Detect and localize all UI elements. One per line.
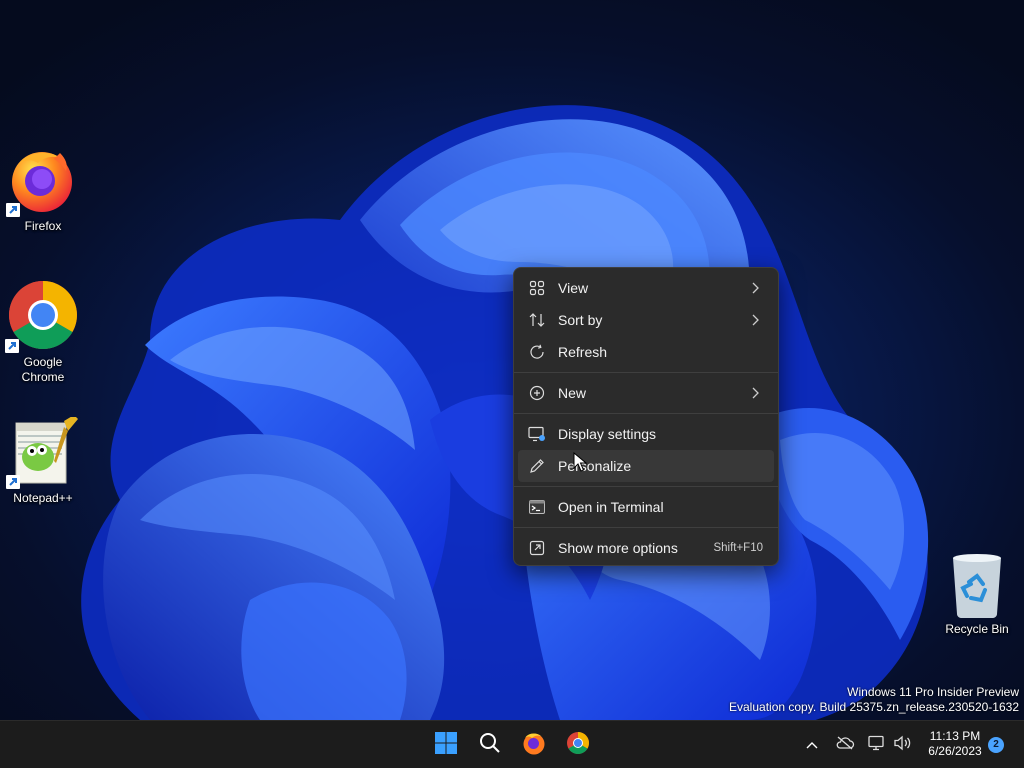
clock[interactable]: 11:13 PM 6/26/2023 bbox=[918, 729, 992, 759]
sort-icon bbox=[528, 311, 546, 329]
menu-item-label: Open in Terminal bbox=[558, 499, 664, 515]
start-button[interactable] bbox=[428, 727, 464, 763]
pen-icon bbox=[528, 457, 546, 475]
chrome-icon bbox=[5, 279, 79, 353]
show-hidden-icons-button[interactable] bbox=[804, 733, 820, 757]
display-icon bbox=[528, 425, 546, 443]
chevron-right-icon bbox=[748, 314, 762, 326]
network-icon bbox=[868, 735, 886, 756]
menu-separator bbox=[514, 413, 778, 414]
cloud-offline-icon bbox=[835, 736, 855, 755]
volume-button[interactable] bbox=[892, 733, 914, 757]
taskbar-chrome-button[interactable] bbox=[560, 727, 596, 763]
windows-start-icon bbox=[434, 731, 458, 760]
menu-item-sort-by[interactable]: Sort by bbox=[518, 304, 774, 336]
desktop-icon-label: Google Chrome bbox=[21, 355, 65, 384]
shortcut-arrow-icon bbox=[5, 339, 19, 353]
chrome-icon bbox=[566, 731, 590, 760]
chevron-up-icon bbox=[806, 736, 818, 754]
menu-item-label: New bbox=[558, 385, 587, 401]
watermark-build: Evaluation copy. Build 25375.zn_release.… bbox=[729, 700, 1019, 714]
shortcut-arrow-icon bbox=[6, 475, 20, 489]
desktop-icon-notepadpp[interactable]: Notepad++ bbox=[0, 415, 86, 506]
volume-icon bbox=[894, 735, 912, 756]
clock-time: 11:13 PM bbox=[929, 729, 981, 743]
menu-item-label: Display settings bbox=[558, 426, 657, 442]
desktop-icon-label: Firefox bbox=[24, 219, 62, 233]
menu-item-open-in-terminal[interactable]: Open in Terminal bbox=[518, 491, 774, 523]
refresh-icon bbox=[528, 343, 546, 361]
desktop-icon-label: Recycle Bin bbox=[945, 622, 1009, 636]
firefox-icon bbox=[6, 145, 78, 217]
search-button[interactable] bbox=[472, 727, 508, 763]
menu-item-label: Personalize bbox=[558, 458, 632, 474]
terminal-icon bbox=[528, 498, 546, 516]
menu-item-show-more-options[interactable]: Show more options Shift+F10 bbox=[518, 532, 774, 564]
onedrive-status-button[interactable] bbox=[834, 733, 856, 757]
clock-date: 6/26/2023 bbox=[928, 744, 982, 758]
recycle-bin-icon bbox=[947, 552, 1007, 618]
wallpaper-bloom bbox=[81, 105, 929, 720]
notepadpp-icon bbox=[6, 415, 78, 489]
menu-item-personalize[interactable]: Personalize bbox=[518, 450, 774, 482]
firefox-icon bbox=[522, 731, 546, 760]
watermark-edition: Windows 11 Pro Insider Preview bbox=[847, 685, 1019, 699]
menu-separator bbox=[514, 486, 778, 487]
add-circle-icon bbox=[528, 384, 546, 402]
desktop-icon-label: Notepad++ bbox=[13, 491, 73, 505]
shortcut-hint: Shift+F10 bbox=[713, 542, 763, 554]
taskbar-firefox-button[interactable] bbox=[516, 727, 552, 763]
menu-item-label: Show more options bbox=[558, 540, 678, 556]
menu-item-view[interactable]: View bbox=[518, 272, 774, 304]
notification-badge[interactable]: 2 bbox=[988, 737, 1004, 753]
menu-separator bbox=[514, 372, 778, 373]
menu-separator bbox=[514, 527, 778, 528]
network-button[interactable] bbox=[866, 733, 888, 757]
chevron-right-icon bbox=[748, 282, 762, 294]
desktop-icon-chrome[interactable]: Google Chrome bbox=[0, 279, 86, 385]
build-watermark: Windows 11 Pro Insider Preview Evaluatio… bbox=[729, 685, 1019, 715]
chevron-right-icon bbox=[748, 387, 762, 399]
menu-item-refresh[interactable]: Refresh bbox=[518, 336, 774, 368]
desktop-context-menu: View Sort by Refresh New Display setting… bbox=[513, 267, 779, 566]
menu-item-new[interactable]: New bbox=[518, 377, 774, 409]
desktop[interactable]: Firefox Google Chrome Notepad++ Recycle … bbox=[0, 0, 1024, 720]
mouse-cursor-icon bbox=[573, 452, 587, 472]
desktop-icon-recycle-bin[interactable]: Recycle Bin bbox=[934, 552, 1020, 637]
more-options-icon bbox=[528, 539, 546, 557]
grid-icon bbox=[528, 279, 546, 297]
desktop-icon-firefox[interactable]: Firefox bbox=[0, 145, 86, 234]
menu-item-label: Sort by bbox=[558, 312, 603, 328]
menu-item-display-settings[interactable]: Display settings bbox=[518, 418, 774, 450]
menu-item-label: View bbox=[558, 280, 589, 296]
shortcut-arrow-icon bbox=[6, 203, 20, 217]
taskbar: 11:13 PM 6/26/2023 2 bbox=[0, 720, 1024, 768]
search-icon bbox=[479, 732, 501, 759]
menu-item-label: Refresh bbox=[558, 344, 608, 360]
